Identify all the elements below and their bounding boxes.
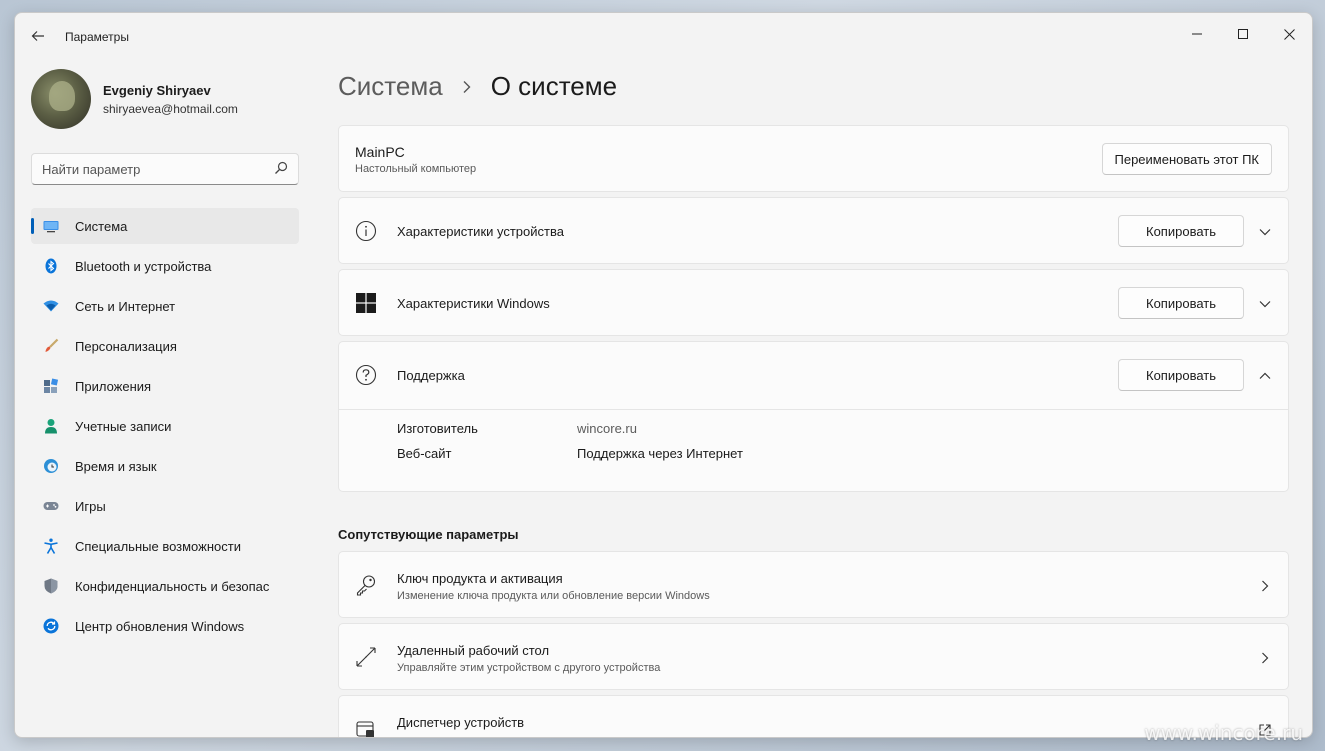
update-icon [43, 618, 59, 634]
app-title: Параметры [65, 30, 129, 44]
help-icon [355, 364, 377, 386]
key-icon [356, 575, 376, 596]
chevron-down-icon[interactable] [1258, 297, 1272, 311]
sidebar-item-apps[interactable]: Приложения [31, 368, 299, 404]
back-arrow-icon [31, 31, 44, 41]
sidebar-item-label: Приложения [75, 378, 152, 394]
chevron-down-icon[interactable] [1258, 225, 1272, 239]
sidebar-item-personalization[interactable]: Персонализация [31, 328, 299, 364]
profile-name: Evgeniy Shiryaev [103, 82, 211, 98]
chevron-right-icon [463, 80, 471, 93]
sidebar-item-system[interactable]: Система [31, 208, 299, 244]
clock-globe-icon [44, 459, 58, 473]
search-box [31, 153, 299, 185]
sidebar-item-time-language[interactable]: Время и язык [31, 448, 299, 484]
device-manager-icon [356, 721, 374, 737]
settings-window: Параметры Evgeniy Shiryaev shiryaevea@ho… [14, 12, 1313, 738]
support-key-manufacturer: Изготовитель [397, 421, 478, 436]
sidebar-item-network[interactable]: Сеть и Интернет [31, 288, 299, 324]
sidebar-item-label: Сеть и Интернет [75, 298, 176, 314]
sidebar-item-windows-update[interactable]: Центр обновления Windows [31, 608, 299, 644]
related-item-subtitle: Изменение ключа продукта или обновление … [397, 590, 710, 602]
sidebar-nav: Система Bluetooth и устройства Сеть и Ин… [31, 208, 299, 648]
back-button[interactable] [27, 25, 49, 47]
sidebar-item-accessibility[interactable]: Специальные возможности [31, 528, 299, 564]
search-icon[interactable] [274, 161, 288, 175]
sidebar-item-label: Система [75, 218, 128, 234]
page-title: О системе [490, 71, 618, 101]
sidebar-item-label: Центр обновления Windows [75, 618, 245, 634]
person-icon [45, 419, 57, 434]
copy-windows-specs-button[interactable]: Копировать [1118, 287, 1244, 319]
sidebar-item-label: Bluetooth и устройства [75, 258, 212, 274]
maximize-icon [1238, 29, 1248, 39]
related-item-title: Ключ продукта и активация [397, 571, 563, 586]
brush-icon [45, 338, 59, 352]
device-specs-card[interactable]: Характеристики устройства Копировать [338, 197, 1289, 264]
sidebar-item-label: Учетные записи [75, 418, 172, 434]
close-icon [1283, 28, 1295, 40]
sidebar-item-label: Конфиденциальность и безопас [75, 578, 270, 594]
related-item-title: Диспетчер устройств [397, 715, 525, 730]
breadcrumb-parent[interactable]: Система [338, 71, 443, 102]
info-icon [355, 220, 377, 242]
related-item-title: Удаленный рабочий стол [397, 643, 550, 658]
title-bar: Параметры [15, 13, 1312, 59]
chevron-right-icon [1262, 652, 1269, 664]
sidebar-item-label: Время и язык [75, 458, 157, 474]
rename-pc-button[interactable]: Переименовать этот ПК [1101, 143, 1272, 175]
sidebar-item-gaming[interactable]: Игры [31, 488, 299, 524]
windows-logo-icon [356, 293, 376, 313]
shield-icon [44, 578, 58, 594]
gamepad-icon [43, 502, 59, 510]
sidebar-item-label: Персонализация [75, 338, 177, 354]
divider [339, 409, 1288, 410]
related-item-product-key[interactable]: Ключ продукта и активация Изменение ключ… [338, 551, 1289, 618]
windows-specs-title: Характеристики Windows [397, 296, 550, 311]
avatar [31, 69, 91, 129]
related-item-remote-desktop[interactable]: Удаленный рабочий стол Управляйте этим у… [338, 623, 1289, 690]
windows-specs-card[interactable]: Характеристики Windows Копировать [338, 269, 1289, 336]
profile-email: shiryaevea@hotmail.com [103, 101, 238, 116]
user-profile[interactable]: Evgeniy Shiryaev shiryaevea@hotmail.com [31, 69, 238, 129]
pc-name: MainPC [355, 144, 405, 160]
bluetooth-icon [45, 258, 57, 274]
sidebar-item-label: Игры [75, 498, 106, 514]
monitor-icon [43, 221, 59, 233]
support-link-website[interactable]: Поддержка через Интернет [577, 446, 743, 461]
related-item-subtitle: Управляйте этим устройством с другого ус… [397, 662, 661, 674]
minimize-icon [1192, 33, 1202, 35]
search-input[interactable] [32, 154, 262, 184]
pc-type: Настольный компьютер [355, 163, 477, 175]
support-key-website: Веб-сайт [397, 446, 452, 461]
minimize-button[interactable] [1174, 19, 1220, 49]
sidebar-item-label: Специальные возможности [75, 538, 241, 554]
support-title: Поддержка [397, 368, 465, 383]
sidebar-item-accounts[interactable]: Учетные записи [31, 408, 299, 444]
wifi-icon [43, 300, 59, 312]
close-button[interactable] [1266, 19, 1312, 49]
pc-name-card: MainPC Настольный компьютер Переименоват… [338, 125, 1289, 192]
device-specs-title: Характеристики устройства [397, 224, 564, 239]
breadcrumb: Система О системе [338, 71, 617, 102]
copy-support-button[interactable]: Копировать [1118, 359, 1244, 391]
maximize-button[interactable] [1220, 19, 1266, 49]
chevron-up-icon[interactable] [1258, 369, 1272, 383]
support-value-manufacturer: wincore.ru [577, 421, 637, 436]
watermark: www.wincore.ru [1144, 721, 1303, 745]
related-settings-heading: Сопутствующие параметры [338, 527, 519, 542]
apps-icon [44, 378, 59, 393]
copy-device-specs-button[interactable]: Копировать [1118, 215, 1244, 247]
sidebar-item-bluetooth[interactable]: Bluetooth и устройства [31, 248, 299, 284]
sidebar-item-privacy[interactable]: Конфиденциальность и безопас [31, 568, 299, 604]
chevron-right-icon [1262, 580, 1269, 592]
remote-desktop-icon [356, 647, 376, 667]
support-card: Поддержка Копировать Изготовитель wincor… [338, 341, 1289, 492]
accessibility-icon [44, 538, 58, 554]
